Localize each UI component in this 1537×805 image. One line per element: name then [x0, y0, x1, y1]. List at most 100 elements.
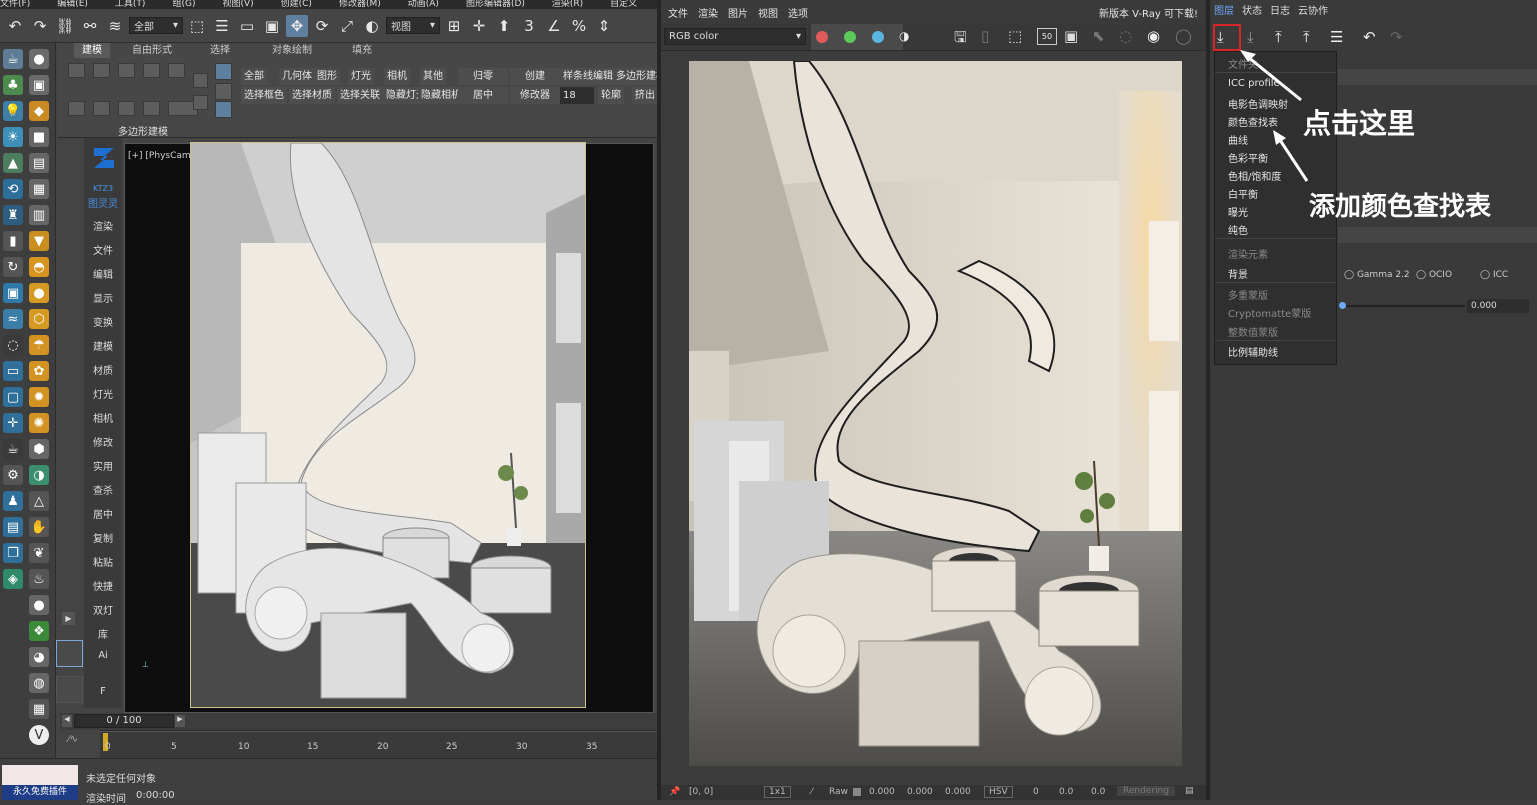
- light-icon[interactable]: 💡: [3, 101, 23, 121]
- grid-obj-icon[interactable]: ▦: [29, 179, 49, 199]
- bulb2-icon[interactable]: ◍: [29, 673, 49, 693]
- side-tool-5[interactable]: [215, 101, 232, 118]
- side-tool-4[interactable]: [215, 83, 232, 100]
- hand-icon[interactable]: ✋: [29, 517, 49, 537]
- paint-icon[interactable]: ◆: [29, 101, 49, 121]
- viewport-layout-single-icon[interactable]: [56, 640, 83, 667]
- burst-icon[interactable]: ✺: [29, 413, 49, 433]
- side-tool-1[interactable]: [193, 73, 208, 88]
- cmd-display[interactable]: 显示: [84, 290, 122, 305]
- select-object-icon[interactable]: ⬚: [186, 15, 208, 37]
- cmd-render[interactable]: 渲染: [84, 218, 122, 233]
- vfb-menu-options[interactable]: 选项: [788, 5, 808, 20]
- copy-icon[interactable]: ❐: [3, 543, 23, 563]
- link-cursor-icon[interactable]: ⬉: [1092, 27, 1105, 45]
- outline-amount-spinner[interactable]: 18: [560, 87, 594, 104]
- selection-filter-select[interactable]: 全部 ▾: [129, 17, 183, 34]
- camera-icon[interactable]: ■: [29, 127, 49, 147]
- polyhedron-icon[interactable]: ⬡: [29, 309, 49, 329]
- bind-spacewarp-icon[interactable]: ≋: [104, 15, 126, 37]
- menu-tools[interactable]: 工具(T): [115, 0, 146, 9]
- bottle-icon[interactable]: ▮: [3, 231, 23, 251]
- pivot-icon[interactable]: ⊞: [443, 15, 465, 37]
- update-notice[interactable]: 新版本 V-Ray 可下载!: [1099, 5, 1198, 20]
- side-tool-3[interactable]: [215, 63, 232, 80]
- tab-populate[interactable]: 填充: [344, 43, 380, 58]
- tab-freeform[interactable]: 自由形式: [124, 43, 180, 58]
- cmd-file[interactable]: 文件: [84, 242, 122, 257]
- vfb-menu-image[interactable]: 图片: [728, 5, 748, 20]
- poly-tool-4[interactable]: [143, 63, 160, 78]
- btn-select-related[interactable]: 选择关联: [337, 87, 383, 104]
- cmd-scan[interactable]: 查杀: [84, 482, 122, 497]
- v-logo-icon[interactable]: V: [29, 725, 49, 745]
- btn-outline[interactable]: 轮廓: [598, 87, 624, 104]
- crosshair-icon[interactable]: ✛: [3, 413, 23, 433]
- bowl-icon[interactable]: ◓: [29, 257, 49, 277]
- cmd-ai[interactable]: Ai: [84, 650, 122, 661]
- btn-reset[interactable]: 归零: [458, 68, 508, 85]
- menu-edit[interactable]: 编辑(E): [57, 0, 88, 9]
- cmd-f[interactable]: F: [84, 686, 122, 697]
- btn-others[interactable]: 其他: [420, 68, 446, 85]
- cmd-library[interactable]: 库: [84, 626, 122, 641]
- screen-icon[interactable]: ▢: [3, 387, 23, 407]
- tower-icon[interactable]: ♜: [3, 205, 23, 225]
- btn-select-frame-color[interactable]: 选择框色: [241, 87, 287, 104]
- tab-selection[interactable]: 选择: [202, 43, 238, 58]
- poly-tool-6[interactable]: [68, 101, 85, 116]
- alpha-channel-icon[interactable]: ◑: [899, 29, 909, 43]
- cmd-paste[interactable]: 粘贴: [84, 554, 122, 569]
- cmd-copy[interactable]: 复制: [84, 530, 122, 545]
- cube-icon[interactable]: ⬢: [29, 439, 49, 459]
- maxscript-listener[interactable]: [2, 765, 78, 785]
- menu-modifiers[interactable]: 修改器(M): [339, 0, 381, 9]
- swirl-icon[interactable]: ◕: [29, 647, 49, 667]
- red-channel-toggle[interactable]: [816, 31, 828, 43]
- vfb-menu-file[interactable]: 文件: [668, 5, 688, 20]
- menu-graph-editors[interactable]: 图形编辑器(D): [466, 0, 525, 9]
- box-icon[interactable]: ▣: [29, 75, 49, 95]
- cmd-quick[interactable]: 快捷: [84, 578, 122, 593]
- leaf-icon[interactable]: ❦: [29, 543, 49, 563]
- pin-icon[interactable]: 📌: [669, 787, 680, 797]
- btn-create[interactable]: 创建: [510, 68, 560, 85]
- reference-coord-select[interactable]: 视图 ▾: [386, 17, 440, 34]
- cmd-double-light[interactable]: 双灯: [84, 602, 122, 617]
- percent-snap-icon[interactable]: %: [568, 15, 590, 37]
- btn-select-material[interactable]: 选择材质: [289, 87, 335, 104]
- clipboard-icon[interactable]: ▤: [3, 517, 23, 537]
- globe-icon[interactable]: ◑: [29, 465, 49, 485]
- scan-icon[interactable]: ▦: [29, 699, 49, 719]
- cmd-light[interactable]: 灯光: [84, 386, 122, 401]
- btn-geometry[interactable]: 几何体: [279, 68, 315, 85]
- sphere-icon[interactable]: ●: [29, 49, 49, 69]
- blue-channel-toggle[interactable]: [872, 31, 884, 43]
- cmd-modeling[interactable]: 建模: [84, 338, 122, 353]
- frame-icon[interactable]: ▭: [3, 361, 23, 381]
- film-icon[interactable]: ▤: [29, 153, 49, 173]
- btn-cameras[interactable]: 相机: [384, 68, 410, 85]
- rect-selection-icon[interactable]: ▭: [236, 15, 258, 37]
- save-image-icon[interactable]: 🖫: [954, 27, 967, 52]
- scale-icon[interactable]: ⤢: [336, 15, 358, 37]
- teapot-icon[interactable]: ☕: [3, 49, 23, 69]
- cmd-transform[interactable]: 变换: [84, 314, 122, 329]
- photo-icon[interactable]: ▣: [3, 283, 23, 303]
- track-mouse-icon[interactable]: ⬚: [1008, 27, 1022, 45]
- tree-icon[interactable]: ▲: [3, 153, 23, 173]
- menu-customize[interactable]: 自定义: [610, 0, 637, 9]
- pixel-ratio-select[interactable]: 1x1: [764, 786, 791, 798]
- ball-icon[interactable]: ●: [29, 595, 49, 615]
- menu-group[interactable]: 组(G): [172, 0, 195, 9]
- time-slider-frame[interactable]: 0 / 100: [74, 714, 174, 728]
- viewport-layout-quad-icon[interactable]: [56, 676, 83, 703]
- curve-editor-icon[interactable]: ⁄∿: [68, 734, 78, 745]
- sun2-icon[interactable]: ✹: [29, 387, 49, 407]
- redo-icon[interactable]: ↷: [29, 15, 51, 37]
- menu-create[interactable]: 创建(C): [281, 0, 312, 9]
- green-channel-toggle[interactable]: [844, 31, 856, 43]
- cmd-modify[interactable]: 修改: [84, 434, 122, 449]
- vfb-menu-view[interactable]: 视图: [758, 5, 778, 20]
- cmd-edit[interactable]: 编辑: [84, 266, 122, 281]
